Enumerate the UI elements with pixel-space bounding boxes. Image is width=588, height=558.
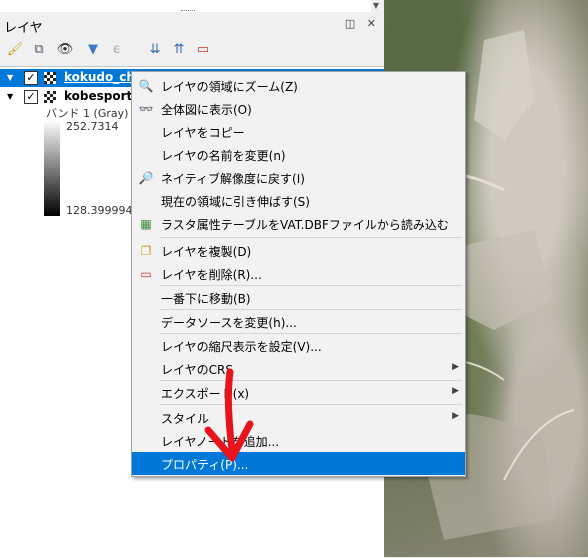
menu-label: レイヤのCRS bbox=[161, 363, 233, 377]
expand-all-icon[interactable]: ⇊ bbox=[146, 40, 164, 58]
menu-show-in-overview[interactable]: 👓 全体図に表示(O) bbox=[132, 97, 465, 120]
layers-toolbar: 🖌 ⧉ 👁 ▼ ϵ ⇊ ⇈ ▭ bbox=[0, 38, 384, 64]
menu-label: レイヤノートを追加... bbox=[161, 435, 280, 449]
menu-change-data-source[interactable]: データソースを変更(h)... bbox=[132, 310, 465, 333]
menu-label: レイヤの名前を変更(n) bbox=[161, 149, 286, 163]
menu-label: 現在の領域に引き伸ばす(S) bbox=[161, 195, 310, 209]
band-label: バンド 1 (Gray) bbox=[46, 107, 129, 120]
submenu-arrow-icon: ▶ bbox=[452, 411, 459, 421]
visibility-icon[interactable]: 👁 bbox=[56, 40, 74, 58]
menu-layer-crs[interactable]: レイヤのCRS ▶ bbox=[132, 357, 465, 380]
menu-label: レイヤの縮尺表示を設定(V)... bbox=[161, 340, 322, 354]
menu-separator bbox=[160, 237, 462, 238]
ramp-max-value: 252.7314 bbox=[66, 120, 119, 133]
layer-checkbox[interactable]: ✓ bbox=[24, 71, 38, 85]
duplicate-icon: ❐ bbox=[140, 244, 152, 258]
menu-label: スタイル bbox=[161, 412, 210, 426]
raster-icon bbox=[44, 91, 56, 103]
menu-label: レイヤを複製(D) bbox=[161, 245, 252, 259]
ramp-min-value: 128.399994 bbox=[66, 204, 133, 217]
menu-stretch-to-extent[interactable]: 現在の領域に引き伸ばす(S) bbox=[132, 189, 465, 212]
menu-label: ネイティブ解像度に戻す(I) bbox=[161, 172, 305, 186]
menu-zoom-to-layer[interactable]: 🔍 レイヤの領域にズーム(Z) bbox=[132, 74, 465, 97]
menu-move-to-bottom[interactable]: 一番下に移動(B) bbox=[132, 286, 465, 309]
gray-ramp bbox=[44, 120, 60, 216]
menu-label: ラスタ属性テーブルをVAT.DBFファイルから読み込む bbox=[161, 218, 449, 232]
menu-rename-layer[interactable]: レイヤの名前を変更(n) bbox=[132, 143, 465, 166]
menu-label: 一番下に移動(B) bbox=[161, 292, 251, 306]
panel-window-buttons[interactable]: ◫ ✕ bbox=[345, 17, 380, 30]
menu-label: レイヤを削除(R)... bbox=[161, 268, 262, 282]
menu-set-scale-visibility[interactable]: レイヤの縮尺表示を設定(V)... bbox=[132, 334, 465, 357]
zoom-layer-icon: 🔍 bbox=[138, 79, 154, 93]
native-resolution-icon: 🔎 bbox=[138, 171, 154, 185]
scroll-down-icon[interactable]: ▼ bbox=[371, 0, 381, 12]
panel-grip[interactable] bbox=[181, 10, 195, 13]
menu-copy-layer[interactable]: レイヤをコピー bbox=[132, 120, 465, 143]
chevron-down-icon[interactable]: ▼ bbox=[7, 73, 13, 82]
raster-table-icon: ▦ bbox=[140, 217, 152, 231]
remove-layer-icon[interactable]: ▭ bbox=[194, 40, 212, 58]
chevron-down-icon[interactable]: ▼ bbox=[7, 92, 13, 101]
menu-styles[interactable]: スタイル ▶ bbox=[132, 406, 465, 429]
menu-export[interactable]: エクスポート(x) ▶ bbox=[132, 381, 465, 404]
menu-label: プロパティ(P)... bbox=[161, 458, 249, 472]
menu-label: レイヤをコピー bbox=[161, 126, 245, 140]
add-group-icon[interactable]: ⧉ bbox=[30, 40, 48, 58]
remove-icon: ▭ bbox=[140, 267, 152, 281]
style-brush-icon[interactable]: 🖌 bbox=[6, 40, 24, 58]
layer-context-menu: 🔍 レイヤの領域にズーム(Z) 👓 全体図に表示(O) レイヤをコピー レイヤの… bbox=[131, 71, 466, 477]
menu-add-layer-note[interactable]: レイヤノートを追加... bbox=[132, 429, 465, 452]
layer-checkbox[interactable]: ✓ bbox=[24, 90, 38, 104]
panel-title: レイヤ bbox=[4, 21, 43, 36]
raster-icon bbox=[44, 72, 56, 84]
overview-icon: 👓 bbox=[138, 102, 154, 116]
menu-label: エクスポート(x) bbox=[161, 387, 250, 401]
filter-icon[interactable]: ▼ bbox=[84, 40, 102, 58]
menu-separator bbox=[160, 404, 462, 405]
menu-remove-layer[interactable]: ▭ レイヤを削除(R)... bbox=[132, 262, 465, 285]
menu-duplicate-layer[interactable]: ❐ レイヤを複製(D) bbox=[132, 239, 465, 262]
menu-label: 全体図に表示(O) bbox=[161, 103, 252, 117]
submenu-arrow-icon: ▶ bbox=[452, 362, 459, 372]
filter-legend-icon[interactable]: ϵ bbox=[108, 40, 126, 58]
panel-title-bar: レイヤ ◫ ✕ bbox=[0, 14, 384, 36]
menu-load-raster-table[interactable]: ▦ ラスタ属性テーブルをVAT.DBFファイルから読み込む bbox=[132, 212, 465, 235]
menu-properties[interactable]: プロパティ(P)... bbox=[132, 452, 465, 475]
menu-label: レイヤの領域にズーム(Z) bbox=[161, 80, 298, 94]
collapse-all-icon[interactable]: ⇈ bbox=[170, 40, 188, 58]
menu-native-resolution[interactable]: 🔎 ネイティブ解像度に戻す(I) bbox=[132, 166, 465, 189]
menu-label: データソースを変更(h)... bbox=[161, 316, 297, 330]
submenu-arrow-icon: ▶ bbox=[452, 386, 459, 396]
